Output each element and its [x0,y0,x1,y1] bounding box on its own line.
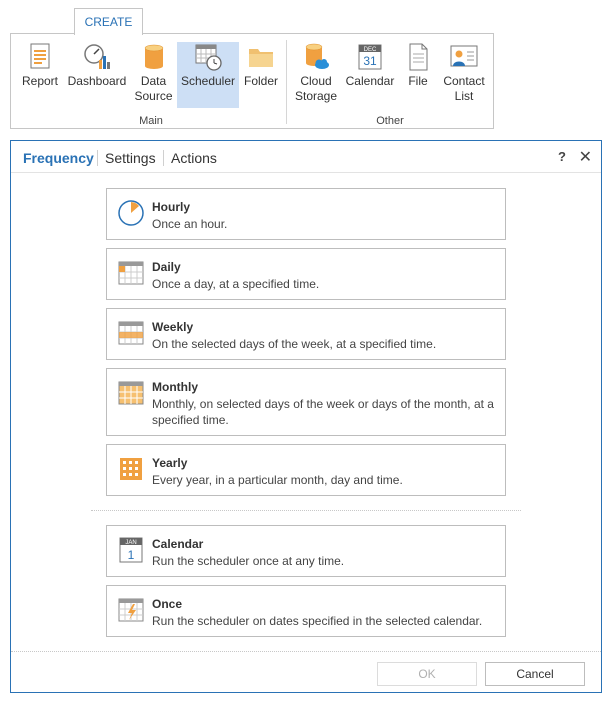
folder-icon [249,49,273,67]
option-title: Calendar [152,537,204,551]
tab-create[interactable]: CREATE [74,8,143,35]
option-description: Every year, in a particular month, day a… [152,473,403,487]
dashboard-label: Dashboard [67,74,127,88]
option-title: Daily [152,260,181,274]
cloud-storage-label-1: Cloud [300,74,332,88]
folder-label: Folder [243,74,278,88]
option-description: On the selected days of the week, at a s… [152,337,437,351]
yearly-calendar-icon [120,458,142,480]
close-button[interactable]: ✕ [579,147,592,167]
file-label: File [408,74,428,88]
ok-button[interactable]: OK [377,662,477,686]
file-icon [409,43,428,71]
option-description: Run the scheduler on dates specified in … [152,614,483,628]
calendar-label: Calendar [345,74,395,88]
file-button[interactable]: File [401,42,435,108]
calendar-month-text: DEC [364,47,377,53]
report-button[interactable]: Report [17,42,63,108]
cloud-storage-button[interactable]: Cloud Storage [291,42,341,108]
section-divider [91,510,521,511]
data-source-button[interactable]: Data Source [131,42,176,108]
cloud-storage-icon [305,43,329,69]
once-calendar-icon [118,598,144,622]
option-title: Hourly [152,200,191,214]
option-yearly[interactable]: Yearly Every year, in a particular month… [106,444,506,496]
weekly-calendar-icon [118,321,144,345]
clock-icon [118,200,144,226]
scheduler-dialog: Frequency Settings Actions ? ✕ Hourly On… [10,140,602,693]
dashboard-icon [84,44,110,69]
option-monthly[interactable]: Monthly Monthly, on selected days of the… [106,368,506,436]
main-group-label: Main [139,115,163,127]
monthly-calendar-icon [118,381,144,405]
scheduler-icon [195,44,222,71]
calendar-icon-day: 1 [128,548,135,562]
data-source-label-2: Source [134,89,173,103]
calendar-icon: DEC 31 [358,44,382,70]
scheduler-button[interactable]: Scheduler [177,42,239,108]
dialog-footer: OK Cancel [11,651,601,692]
option-title: Once [152,597,183,611]
ribbon-panel: Report Dashboard Data Source Scheduler F… [10,33,494,129]
dialog-header: Frequency Settings Actions ? ✕ [11,141,601,173]
help-button[interactable]: ? [558,149,566,164]
report-icon [30,43,50,69]
report-label: Report [21,74,59,88]
tab-actions[interactable]: Actions [171,150,217,166]
option-description: Run the scheduler once at any time. [152,554,345,568]
option-description: Once an hour. [152,217,228,231]
option-weekly[interactable]: Weekly On the selected days of the week,… [106,308,506,360]
database-icon [144,44,163,69]
option-once[interactable]: Once Run the scheduler on dates specifie… [106,585,506,637]
contact-list-icon [450,45,478,67]
calendar-page-icon: JAN 1 [119,537,143,563]
calendar-day-text: 31 [363,54,377,68]
cloud-storage-label-2: Storage [294,89,338,103]
option-title: Yearly [152,456,188,470]
tab-divider [163,150,164,166]
cancel-button[interactable]: Cancel [485,662,585,686]
folder-button[interactable]: Folder [241,42,281,108]
option-title: Monthly [152,380,198,394]
scheduler-label: Scheduler [180,74,236,88]
calendar-button[interactable]: DEC 31 Calendar [344,42,396,108]
option-description: Monthly, on selected days of the week or… [152,397,494,427]
tab-divider [97,150,98,166]
tab-frequency[interactable]: Frequency [23,150,94,166]
data-source-label-1: Data [140,74,167,88]
option-calendar[interactable]: JAN 1 Calendar Run the scheduler once at… [106,525,506,577]
contact-list-button[interactable]: Contact List [438,42,490,108]
group-separator [286,40,287,124]
other-group-label: Other [376,115,404,127]
tab-settings[interactable]: Settings [105,150,156,166]
option-title: Weekly [152,320,194,334]
option-description: Once a day, at a specified time. [152,277,320,291]
contact-list-label-2: List [454,89,474,103]
calendar-icon-month: JAN [125,540,136,546]
daily-calendar-icon [118,261,144,285]
dashboard-button[interactable]: Dashboard [66,42,128,108]
option-hourly[interactable]: Hourly Once an hour. [106,188,506,240]
option-daily[interactable]: Daily Once a day, at a specified time. [106,248,506,300]
contact-list-label-1: Contact [443,74,485,88]
